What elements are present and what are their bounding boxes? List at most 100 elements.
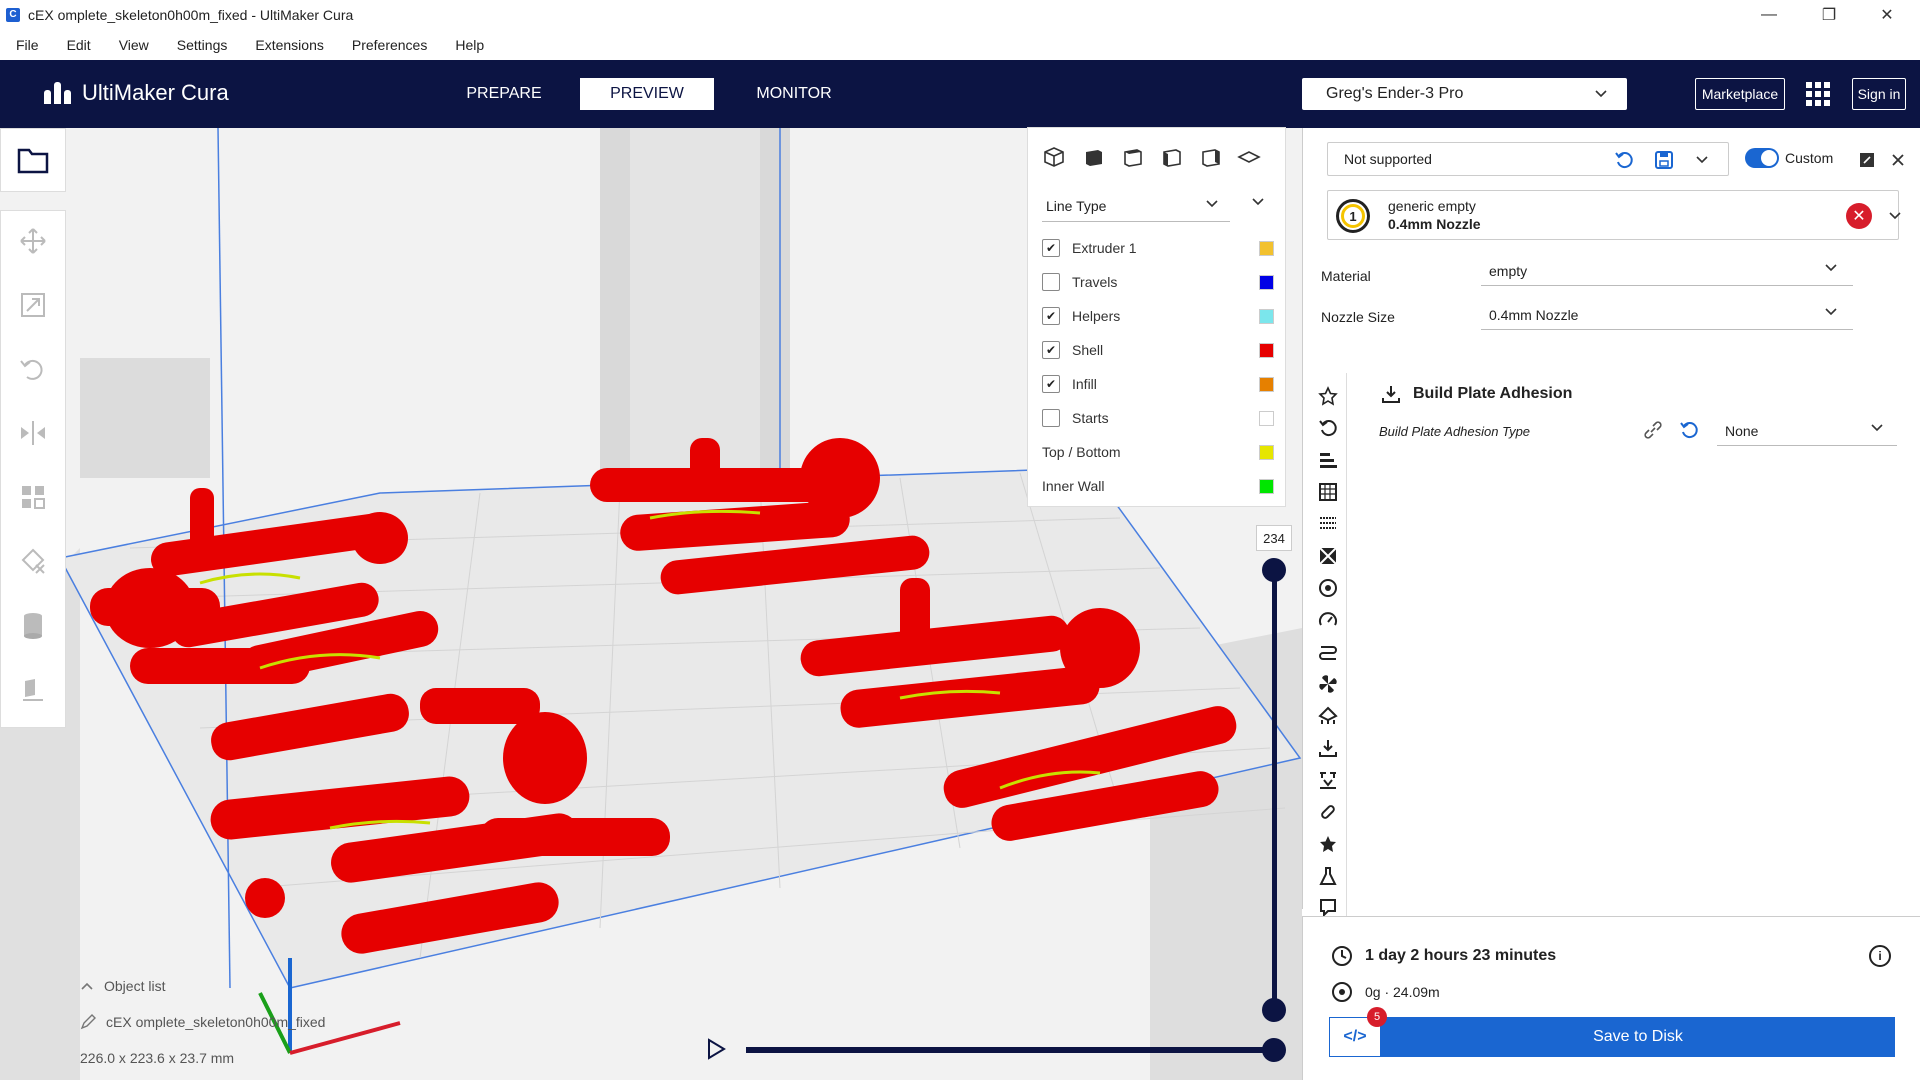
layer-slider-lower-handle[interactable] [1262,998,1286,1022]
legend-checkbox[interactable]: ✔ [1042,239,1060,257]
path-slider-track[interactable] [746,1047,1274,1053]
link-icon[interactable] [1643,420,1663,440]
rotate-tool[interactable] [17,353,49,385]
object-dimensions-row: 226.0 x 223.6 x 23.7 mm [80,1040,325,1076]
view-left-button[interactable] [1159,146,1183,168]
adhesion-download-icon [1382,386,1400,403]
mesh-fixes-category[interactable] [1317,801,1339,823]
tab-monitor[interactable]: MONITOR [732,78,856,110]
section-header-adhesion[interactable]: Build Plate Adhesion [1381,384,1572,404]
view-options-panel: Line Type ✔ Extruder 1 Travels ✔ Helpers ✔ She… [1027,127,1286,507]
mirror-tool[interactable] [17,417,49,449]
dual-extrusion-category[interactable] [1317,769,1339,791]
walls-category[interactable] [1317,449,1339,471]
view-3d-button[interactable] [1042,146,1066,168]
support-blocker-icon [21,548,45,574]
chevron-down-icon[interactable] [1694,152,1710,168]
legend-checkbox[interactable]: ✔ [1042,307,1060,325]
reset-setting-icon[interactable] [1679,420,1699,440]
legend-item-extruder-1[interactable]: ✔ Extruder 1 [1042,234,1274,262]
quality-category[interactable] [1317,417,1339,439]
view-right-button[interactable] [1198,146,1222,168]
marketplace-button[interactable]: Marketplace [1695,78,1785,110]
play-simulation-button[interactable] [706,1038,726,1066]
material-category[interactable] [1317,545,1339,567]
object-list-toggle[interactable]: Object list [80,968,325,1004]
tab-preview[interactable]: PREVIEW [580,78,714,110]
save-to-disk-button[interactable]: Save to Disk [1381,1017,1895,1057]
layer-view-icon [1237,151,1261,163]
travel-path-icon [1319,646,1337,660]
sign-in-button[interactable]: Sign in [1852,78,1906,110]
object-name-row[interactable]: cEX omplete_skeleton0h00m_fixed [80,1004,325,1040]
cube-right-icon [1202,149,1220,167]
infill-category[interactable] [1317,513,1339,535]
support-blocker-tool[interactable] [17,545,49,577]
menu-settings[interactable]: Settings [177,37,228,53]
info-icon[interactable]: i [1869,945,1891,967]
print-info-panel: 1 day 2 hours 23 minutes 0g · 24.09m i <… [1302,916,1920,1080]
adhesion-category[interactable] [1317,737,1339,759]
legend-item-infill[interactable]: ✔ Infill [1042,370,1274,398]
speed-category[interactable] [1317,577,1339,599]
minimize-button[interactable]: — [1746,0,1792,30]
path-slider-handle[interactable] [1262,1038,1286,1062]
close-panel-icon[interactable] [1891,153,1905,167]
profile-selector[interactable]: Not supported [1327,142,1729,176]
special-modes-category[interactable] [1317,833,1339,855]
layer-slider-upper-handle[interactable] [1262,558,1286,582]
menu-help[interactable]: Help [455,37,484,53]
support-category[interactable] [1317,705,1339,727]
per-model-settings-tool[interactable] [17,481,49,513]
reset-profile-icon[interactable] [1614,150,1634,170]
view-layer-button[interactable] [1237,146,1261,168]
adhesion-type-select[interactable]: None [1717,416,1897,446]
save-profile-icon[interactable] [1654,150,1674,170]
legend-checkbox[interactable]: ✔ [1042,341,1060,359]
top-bottom-category[interactable] [1317,481,1339,503]
legend-checkbox[interactable] [1042,409,1060,427]
travel-category[interactable] [1317,609,1339,631]
scale-tool[interactable] [17,289,49,321]
open-file-button[interactable] [0,128,66,192]
chevron-down-icon[interactable] [1887,208,1903,224]
apps-grid-icon[interactable] [1806,82,1830,106]
legend-item-shell[interactable]: ✔ Shell [1042,336,1274,364]
favorites-category[interactable] [1317,385,1339,407]
cooling-category[interactable] [1317,641,1339,663]
maximize-button[interactable]: ❐ [1806,0,1852,30]
layer-number-input[interactable]: 234 [1256,525,1292,551]
menu-bar: File Edit View Settings Extensions Prefe… [0,30,1920,60]
view-top-button[interactable] [1120,146,1144,168]
panel-collapse-chevron-icon[interactable] [1250,194,1266,210]
custom-mode-toggle[interactable] [1745,148,1779,168]
color-scheme-select[interactable]: Line Type [1042,190,1230,222]
view-front-button[interactable] [1081,146,1105,168]
experimental-category[interactable] [1317,865,1339,887]
legend-item-starts[interactable]: Starts [1042,404,1274,432]
nozzle-size-select[interactable]: 0.4mm Nozzle [1481,300,1853,330]
legend-label: Shell [1072,342,1104,358]
menu-extensions[interactable]: Extensions [255,37,323,53]
tab-prepare[interactable]: PREPARE [446,78,562,110]
dock-panel-icon[interactable] [1859,152,1875,168]
undo-arrow-icon [1319,420,1337,437]
printer-selector[interactable]: Greg's Ender-3 Pro [1302,78,1627,110]
material-select[interactable]: empty [1481,256,1853,286]
spool-tool[interactable] [17,609,49,641]
menu-edit[interactable]: Edit [67,37,91,53]
close-window-button[interactable]: ✕ [1864,0,1910,30]
legend-item-travels[interactable]: Travels [1042,268,1274,296]
move-tool[interactable] [17,225,49,257]
legend-checkbox[interactable]: ✔ [1042,375,1060,393]
layer-slider-track[interactable] [1272,570,1277,1010]
menu-view[interactable]: View [119,37,149,53]
menu-preferences[interactable]: Preferences [352,37,427,53]
extruder-tab[interactable]: 1 generic empty 0.4mm Nozzle ✕ [1327,190,1899,240]
menu-file[interactable]: File [16,37,39,53]
legend-item-helpers[interactable]: ✔ Helpers [1042,302,1274,330]
fan-category[interactable] [1317,673,1339,695]
window-title: cEX omplete_skeleton0h00m_fixed - UltiMa… [28,7,354,23]
legend-checkbox[interactable] [1042,273,1060,291]
lay-flat-tool[interactable] [17,673,49,705]
